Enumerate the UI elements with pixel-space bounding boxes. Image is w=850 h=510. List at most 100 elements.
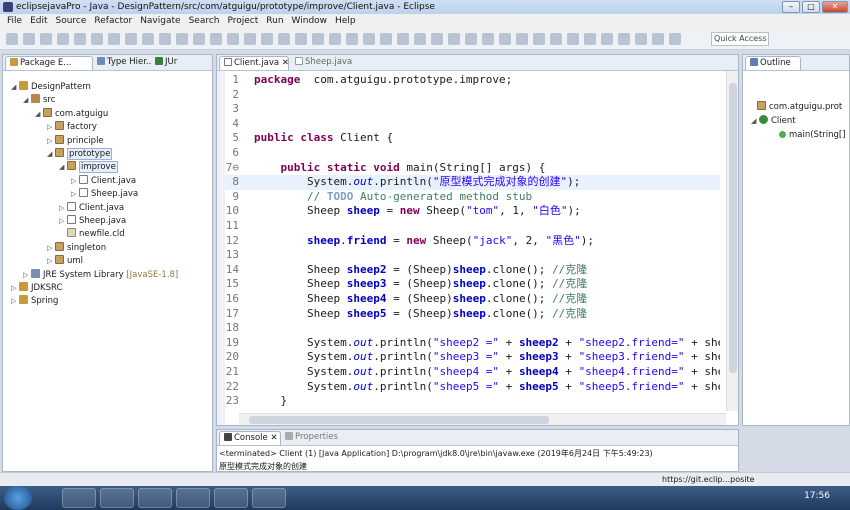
menu-window[interactable]: Window — [288, 16, 332, 26]
tree-item[interactable]: ◢ src — [23, 94, 55, 106]
outline-item-class[interactable]: ◢ Client — [751, 115, 796, 127]
expand-arrow-icon[interactable]: ◢ — [59, 161, 67, 173]
toolbar-button-icon[interactable] — [550, 33, 562, 45]
scroll-thumb[interactable] — [249, 416, 549, 424]
toolbar-button-icon[interactable] — [244, 33, 256, 45]
toolbar-button-icon[interactable] — [652, 33, 664, 45]
expand-arrow-icon[interactable]: ◢ — [47, 148, 55, 160]
toolbar-button-icon[interactable] — [346, 33, 358, 45]
toolbar-button-icon[interactable] — [108, 33, 120, 45]
minimize-icon[interactable]: – — [782, 1, 800, 13]
tree-item[interactable]: ▷ principle — [47, 134, 104, 147]
toolbar-button-icon[interactable] — [312, 33, 324, 45]
maximize-icon[interactable]: □ — [802, 1, 820, 13]
expand-arrow-icon[interactable]: ▷ — [47, 135, 55, 147]
tree-item[interactable]: ▷ JRE System Library [JavaSE-1.8] — [23, 268, 178, 281]
toolbar-button-icon[interactable] — [295, 33, 307, 45]
tab-client-java[interactable]: Client.java ✕ — [219, 56, 289, 70]
menu-edit[interactable]: Edit — [26, 16, 51, 26]
toolbar-button-icon[interactable] — [414, 33, 426, 45]
toolbar-button-icon[interactable] — [601, 33, 613, 45]
menu-run[interactable]: Run — [262, 16, 287, 26]
toolbar-button-icon[interactable] — [40, 33, 52, 45]
tree-item[interactable]: ◢ improve — [59, 161, 118, 174]
toolbar-button-icon[interactable] — [6, 33, 18, 45]
tree-item[interactable]: ▷ factory — [47, 121, 97, 133]
quick-access-input[interactable]: Quick Access — [711, 32, 769, 46]
taskbar-app[interactable] — [252, 488, 286, 508]
tab-properties[interactable]: Properties — [281, 431, 343, 445]
close-icon[interactable]: ✕ — [270, 433, 277, 443]
tree-item[interactable]: ▷ Spring — [11, 295, 58, 307]
toolbar-button-icon[interactable] — [669, 33, 681, 45]
tree-item[interactable]: ◢ com.atguigu — [35, 107, 108, 120]
expand-arrow-icon[interactable]: ▷ — [11, 282, 19, 294]
menu-file[interactable]: File — [3, 16, 26, 26]
expand-arrow-icon[interactable]: ◢ — [35, 108, 43, 120]
tab-package-explorer[interactable]: Package E... — [5, 56, 93, 70]
toolbar-button-icon[interactable] — [176, 33, 188, 45]
menu-source[interactable]: Source — [52, 16, 91, 26]
toolbar-button-icon[interactable] — [635, 33, 647, 45]
code-area[interactable]: 1 package com.atguigu.prototype.improve; 2… — [225, 73, 720, 411]
toolbar-button-icon[interactable] — [142, 33, 154, 45]
menu-project[interactable]: Project — [223, 16, 262, 26]
tree-item[interactable]: ▷ Sheep.java — [59, 215, 126, 227]
expand-arrow-icon[interactable]: ▷ — [59, 202, 67, 214]
close-icon[interactable]: ✕ — [822, 1, 848, 13]
menu-help[interactable]: Help — [331, 16, 360, 26]
expand-arrow-icon[interactable]: ▷ — [47, 255, 55, 267]
toolbar-button-icon[interactable] — [91, 33, 103, 45]
expand-arrow-icon[interactable]: ◢ — [11, 81, 19, 93]
close-icon[interactable]: ✕ — [282, 58, 288, 68]
tree-item[interactable]: ▷ singleton — [47, 241, 106, 254]
toolbar-button-icon[interactable] — [278, 33, 290, 45]
expand-arrow-icon[interactable]: ▷ — [47, 242, 55, 254]
taskbar-app[interactable] — [176, 488, 210, 508]
taskbar-app[interactable] — [138, 488, 172, 508]
expand-arrow-icon[interactable]: ▷ — [23, 269, 31, 281]
start-button[interactable] — [4, 486, 32, 510]
toolbar-button-icon[interactable] — [431, 33, 443, 45]
tab-console[interactable]: Console ✕ — [219, 431, 281, 445]
tree-item[interactable]: ◢ prototype — [47, 148, 113, 160]
expand-arrow-icon[interactable]: ▷ — [71, 175, 79, 187]
tree-item[interactable]: ◢ DesignPattern — [11, 81, 91, 93]
toolbar-button-icon[interactable] — [584, 33, 596, 45]
toolbar-button-icon[interactable] — [533, 33, 545, 45]
toolbar-button-icon[interactable] — [499, 33, 511, 45]
tree-item[interactable]: ▷ Sheep.java — [71, 188, 138, 200]
toolbar-button-icon[interactable] — [448, 33, 460, 45]
expand-arrow-icon[interactable]: ▷ — [47, 121, 55, 133]
taskbar-app[interactable] — [100, 488, 134, 508]
toolbar-button-icon[interactable] — [329, 33, 341, 45]
toolbar-button-icon[interactable] — [465, 33, 477, 45]
expand-arrow-icon[interactable]: ◢ — [23, 94, 31, 106]
tab-type-hierarchy[interactable]: Type Hier... — [93, 56, 151, 70]
tree-item[interactable]: ▷ uml — [47, 255, 83, 267]
toolbar-button-icon[interactable] — [227, 33, 239, 45]
toolbar-button-icon[interactable] — [159, 33, 171, 45]
tree-item[interactable]: ▷ Client.java — [59, 201, 124, 214]
toolbar-button-icon[interactable] — [125, 33, 137, 45]
tree-item[interactable]: newfile.cld — [59, 228, 125, 240]
toolbar-button-icon[interactable] — [380, 33, 392, 45]
menu-navigate[interactable]: Navigate — [136, 16, 184, 26]
tree-item[interactable]: ▷ Client.java — [71, 174, 136, 187]
toolbar-button-icon[interactable] — [363, 33, 375, 45]
toolbar-button-icon[interactable] — [567, 33, 579, 45]
toolbar-button-icon[interactable] — [193, 33, 205, 45]
toolbar-button-icon[interactable] — [74, 33, 86, 45]
outline-item-method[interactable]: main(String[] — [779, 129, 846, 141]
expand-arrow-icon[interactable]: ▷ — [11, 295, 19, 307]
tab-junit[interactable]: JUr — [151, 56, 187, 70]
outline-item-package[interactable]: com.atguigu.prot — [757, 101, 842, 113]
editor-horizontal-scrollbar[interactable] — [239, 413, 726, 425]
menu-search[interactable]: Search — [185, 16, 224, 26]
toolbar-button-icon[interactable] — [23, 33, 35, 45]
taskbar-app[interactable] — [214, 488, 248, 508]
toolbar-button-icon[interactable] — [57, 33, 69, 45]
toolbar-button-icon[interactable] — [618, 33, 630, 45]
toolbar-button-icon[interactable] — [482, 33, 494, 45]
toolbar-button-icon[interactable] — [516, 33, 528, 45]
